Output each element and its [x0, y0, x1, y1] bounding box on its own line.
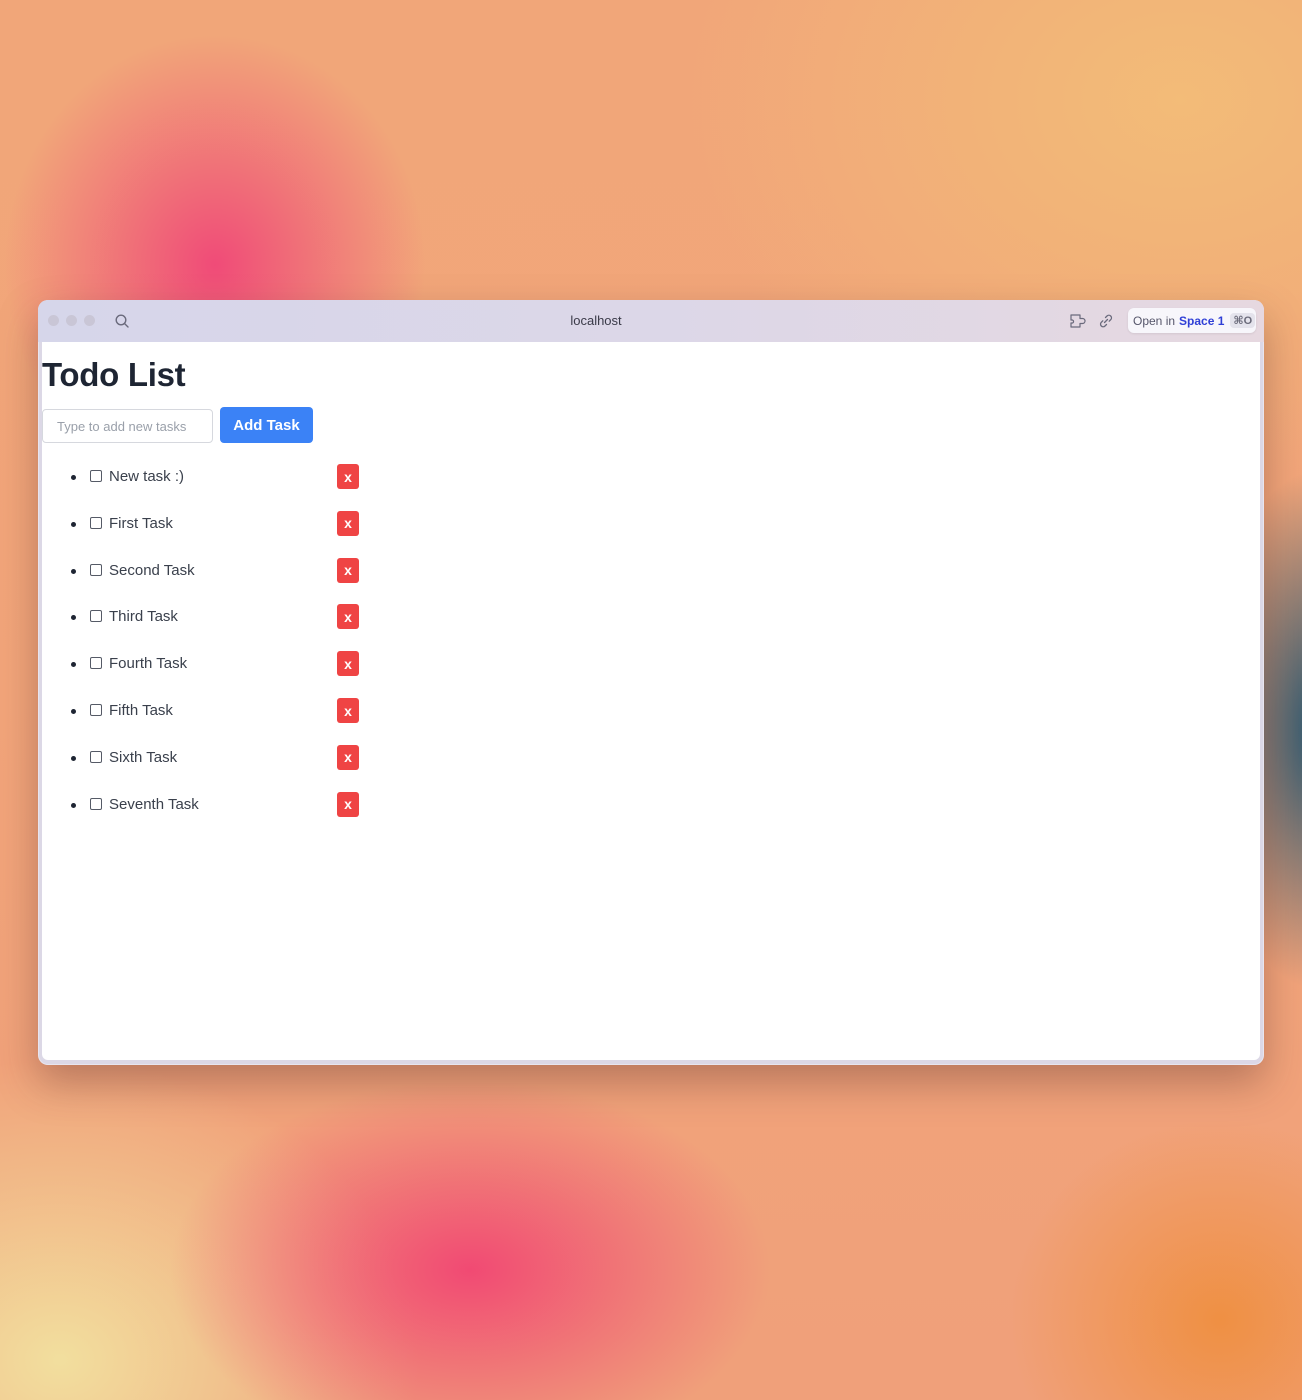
task-item: Sixth Task x	[42, 744, 372, 771]
list-bullet	[71, 615, 76, 621]
delete-task-button[interactable]: x	[337, 698, 359, 723]
browser-window: localhost Open in Space 1 ⌘O Todo List A…	[38, 300, 1264, 1065]
task-item: Third Task x	[42, 604, 372, 630]
delete-task-button[interactable]: x	[337, 604, 359, 630]
list-bullet	[71, 662, 76, 668]
delete-task-button[interactable]: x	[337, 791, 359, 817]
page-viewport: Todo List Add Task New task :) x First T…	[42, 342, 1260, 1060]
task-checkbox[interactable]	[90, 704, 102, 716]
task-label: Sixth Task	[109, 748, 178, 766]
task-item: Seventh Task x	[42, 791, 372, 818]
task-label: Third Task	[109, 608, 178, 626]
task-checkbox[interactable]	[90, 563, 102, 576]
open-in-space-name: Space 1	[1179, 313, 1225, 328]
list-bullet	[71, 802, 76, 808]
task-checkbox[interactable]	[90, 470, 102, 482]
delete-task-button[interactable]: x	[337, 744, 359, 770]
add-task-button[interactable]: Add Task	[220, 407, 313, 443]
task-checkbox[interactable]	[90, 610, 102, 623]
list-bullet	[71, 568, 76, 574]
delete-task-button[interactable]: x	[337, 510, 359, 536]
task-label: Second Task	[109, 561, 195, 579]
open-in-shortcut: ⌘O	[1230, 313, 1256, 328]
page-title: Todo List	[42, 356, 186, 393]
list-bullet	[71, 709, 76, 714]
link-icon[interactable]	[1097, 312, 1115, 330]
address-bar-url[interactable]: localhost	[38, 313, 1154, 328]
list-bullet	[71, 755, 76, 761]
open-in-prefix: Open in	[1133, 313, 1176, 328]
task-item: Fourth Task x	[42, 651, 372, 677]
task-label: Fifth Task	[109, 702, 173, 719]
task-checkbox[interactable]	[90, 750, 102, 763]
task-label: First Task	[109, 514, 173, 532]
delete-task-button[interactable]: x	[337, 651, 359, 677]
delete-task-button[interactable]: x	[337, 464, 359, 489]
task-label: New task :)	[109, 468, 185, 485]
list-bullet	[71, 475, 76, 480]
task-checkbox[interactable]	[90, 657, 102, 670]
task-item: New task :) x	[42, 464, 372, 490]
task-item: First Task x	[42, 510, 372, 537]
browser-toolbar: localhost Open in Space 1 ⌘O	[38, 300, 1264, 342]
task-checkbox[interactable]	[90, 516, 102, 529]
extension-icon[interactable]	[1069, 312, 1087, 330]
task-checkbox[interactable]	[90, 797, 102, 810]
open-in-space-button[interactable]: Open in Space 1 ⌘O	[1128, 308, 1256, 333]
task-label: Fourth Task	[109, 655, 188, 673]
new-task-input[interactable]	[42, 409, 213, 443]
task-item: Second Task x	[42, 557, 372, 584]
delete-task-button[interactable]: x	[337, 557, 359, 583]
task-label: Seventh Task	[109, 795, 199, 813]
list-bullet	[71, 521, 76, 527]
task-item: Fifth Task x	[42, 698, 372, 724]
